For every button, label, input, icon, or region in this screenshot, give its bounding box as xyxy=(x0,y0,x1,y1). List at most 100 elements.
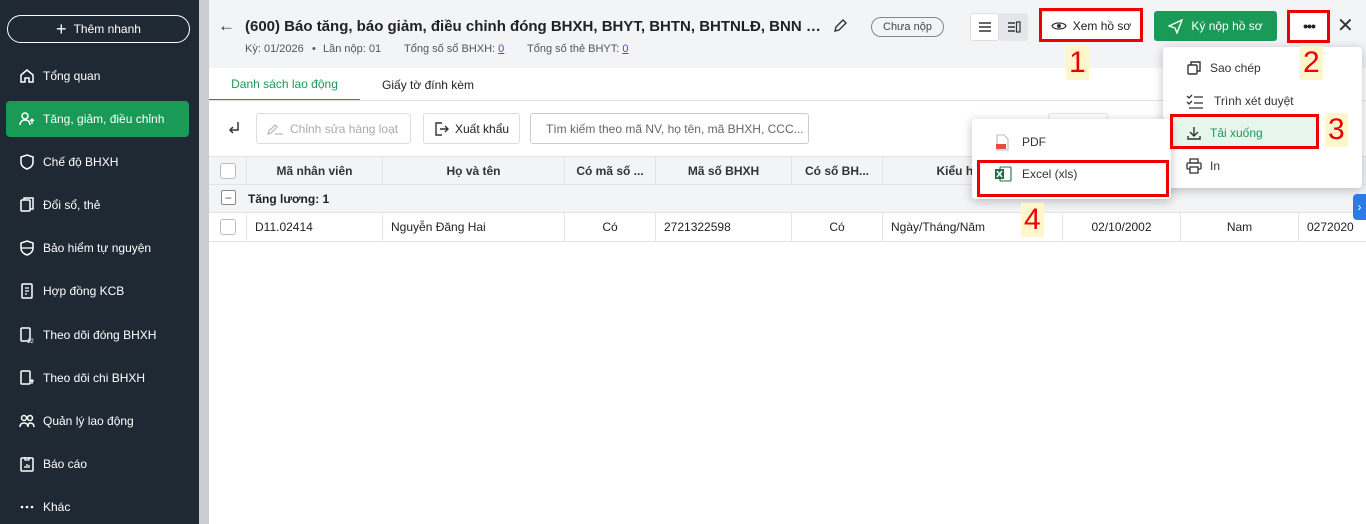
menu-item-print[interactable]: In xyxy=(1163,150,1362,182)
pencil-icon[interactable] xyxy=(832,18,848,34)
home-icon xyxy=(20,69,34,83)
sidebar: + Thêm nhanh Tổng quan Tăng, giảm, điều … xyxy=(0,0,199,524)
bhxh-count: Tổng số sổ BHXH: 0 xyxy=(404,43,505,55)
quick-add-button[interactable]: + Thêm nhanh xyxy=(7,15,190,43)
more-dots-icon xyxy=(20,505,34,509)
sign-submit-button[interactable]: Ký nộp hồ sơ xyxy=(1154,11,1277,41)
sidebar-item-label: Đổi sổ, thẻ xyxy=(43,198,101,212)
sidebar-item-label: Tăng, giảm, điều chỉnh xyxy=(43,112,165,126)
table-row[interactable]: D11.02414 Nguyễn Đăng Hai Có 2721322598 … xyxy=(209,213,1366,242)
sidebar-item-kcb-contract[interactable]: Hợp đồng KCB xyxy=(6,273,189,309)
row-select-cell xyxy=(209,213,247,241)
annotation-box-1 xyxy=(1039,8,1143,42)
sidebar-item-other[interactable]: Khác xyxy=(6,489,189,524)
cell-has-book: Có xyxy=(792,213,883,241)
sidebar-item-label: Chế độ BHXH xyxy=(43,155,119,169)
annotation-number-3: 3 xyxy=(1325,113,1348,147)
edit-batch-icon xyxy=(266,123,283,135)
annotation-box-3 xyxy=(1170,114,1319,149)
sidebar-item-label: Báo cáo xyxy=(43,457,88,471)
contract-icon xyxy=(21,283,33,299)
calendar-document-icon: 12 xyxy=(20,327,34,344)
cell-full-name: Nguyễn Đăng Hai xyxy=(383,213,565,241)
column-header[interactable]: Có mã số ... xyxy=(565,157,656,185)
sidebar-item-label: Tổng quan xyxy=(43,69,101,83)
checklist-icon xyxy=(1186,94,1203,109)
group-row: − Tăng lương: 1 xyxy=(209,185,1366,213)
row-checkbox[interactable] xyxy=(219,219,236,235)
annotation-number-4: 4 xyxy=(1021,203,1044,237)
send-icon xyxy=(1168,18,1184,34)
menu-item-copy[interactable]: Sao chép xyxy=(1163,52,1362,84)
annotation-box-4 xyxy=(977,160,1169,197)
sidebar-item-label: Bảo hiểm tự nguyện xyxy=(43,241,152,255)
shield-icon xyxy=(20,240,34,256)
pdf-file-icon xyxy=(996,134,1009,151)
printer-icon xyxy=(1186,158,1202,174)
sidebar-item-label: Hợp đồng KCB xyxy=(43,284,125,298)
column-header[interactable]: Mã nhân viên xyxy=(247,157,383,185)
export-button[interactable]: Xuất khẩu xyxy=(423,113,520,144)
cell-birth-date: 02/10/2002 xyxy=(1063,213,1181,241)
menu-item-pdf[interactable]: PDF xyxy=(972,126,1171,158)
cell-gender: Nam xyxy=(1181,213,1299,241)
sidebar-item-voluntary-insurance[interactable]: Bảo hiểm tự nguyện xyxy=(6,230,189,266)
sidebar-item-overview[interactable]: Tổng quan xyxy=(6,58,189,94)
column-header[interactable]: Có số BH... xyxy=(792,157,883,185)
select-all-checkbox[interactable] xyxy=(219,163,236,179)
sidebar-item-adjustments[interactable]: Tăng, giảm, điều chỉnh xyxy=(6,101,189,137)
document-copy-icon xyxy=(20,197,34,212)
tab-employee-list[interactable]: Danh sách lao động xyxy=(209,68,360,101)
search-input[interactable]: Tìm kiếm theo mã NV, họ tên, mã BHXH, CC… xyxy=(530,113,809,144)
svg-text:12: 12 xyxy=(27,339,34,344)
sidebar-item-reports[interactable]: Báo cáo xyxy=(6,446,189,482)
group-label: Tăng lương: 1 xyxy=(248,192,330,206)
split-view-icon xyxy=(1007,21,1021,33)
plus-icon: + xyxy=(56,19,67,39)
sidebar-item-label: Theo dõi chi BHXH xyxy=(43,371,146,385)
sidebar-item-label: Theo dõi đóng BHXH xyxy=(43,328,157,342)
tab-attachments[interactable]: Giấy tờ đính kèm xyxy=(360,68,496,101)
sidebar-divider xyxy=(199,0,209,524)
batch-edit-button[interactable]: Chỉnh sửa hàng loạt xyxy=(256,113,411,144)
list-view-toggle[interactable] xyxy=(970,13,999,41)
back-arrow-icon[interactable]: ← xyxy=(218,16,235,36)
expand-panel-button[interactable]: › xyxy=(1353,194,1366,220)
sidebar-item-change-book-card[interactable]: Đổi sổ, thẻ xyxy=(6,187,189,223)
cell-bhxh-code: 2721322598 xyxy=(656,213,792,241)
sidebar-item-label: Khác xyxy=(43,500,71,514)
annotation-number-1: 1 xyxy=(1066,46,1089,80)
status-badge: Chưa nộp xyxy=(871,17,944,37)
bhyt-count-link[interactable]: 0 xyxy=(622,43,628,55)
document-money-icon xyxy=(20,370,34,385)
annotation-box-2 xyxy=(1287,10,1330,43)
users-icon xyxy=(19,414,35,428)
bhxh-count-link[interactable]: 0 xyxy=(498,43,504,55)
sidebar-item-track-expense[interactable]: Theo dõi chi BHXH xyxy=(6,360,189,396)
sidebar-item-track-payment[interactable]: 12 Theo dõi đóng BHXH xyxy=(6,317,189,353)
submission-text: Lần nộp: 01 xyxy=(323,43,382,55)
export-icon xyxy=(435,121,449,136)
bhyt-count: Tổng số thẻ BHYT: 0 xyxy=(527,43,629,55)
period-text: Kỳ: 01/2026 xyxy=(245,43,304,55)
list-icon xyxy=(978,22,991,32)
collapse-icon[interactable]: − xyxy=(221,190,236,205)
select-all-cell xyxy=(209,157,247,185)
sidebar-item-label: Quản lý lao động xyxy=(43,414,134,428)
column-header[interactable]: Họ và tên xyxy=(383,157,565,185)
sidebar-item-labor-management[interactable]: Quản lý lao động xyxy=(6,403,189,439)
split-view-toggle[interactable] xyxy=(999,13,1028,41)
annotation-number-2: 2 xyxy=(1300,46,1323,80)
close-icon[interactable]: ✕ xyxy=(1337,13,1354,38)
column-header[interactable]: Mã số BHXH xyxy=(656,157,792,185)
shield-heart-icon xyxy=(20,154,34,170)
user-plus-icon xyxy=(19,112,35,126)
sidebar-item-bhxh-regime[interactable]: Chế độ BHXH xyxy=(6,144,189,180)
meta-separator: • xyxy=(312,43,316,55)
sort-icon[interactable] xyxy=(226,119,244,140)
cell-has-code: Có xyxy=(565,213,656,241)
page-title: (600) Báo tăng, báo giảm, điều chỉnh đón… xyxy=(245,18,825,35)
cell-employee-id: D11.02414 xyxy=(247,213,383,241)
copy-icon xyxy=(1187,61,1201,75)
report-icon xyxy=(20,457,34,472)
